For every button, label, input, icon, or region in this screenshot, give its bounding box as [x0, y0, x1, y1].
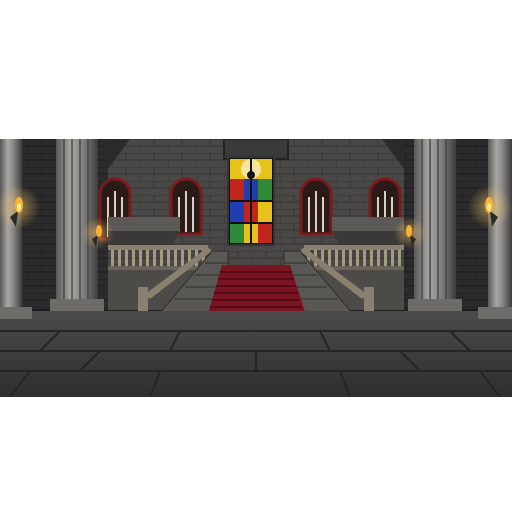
- torch-icon: [468, 185, 512, 229]
- torch-icon: [82, 217, 114, 249]
- left-landing: [108, 217, 180, 231]
- right-landing: [332, 217, 404, 231]
- arched-window-3: [299, 177, 333, 236]
- game-viewport[interactable]: [0, 139, 512, 397]
- left-newel-post: [138, 287, 148, 311]
- torch-icon: [394, 217, 426, 249]
- right-newel-post: [364, 287, 374, 311]
